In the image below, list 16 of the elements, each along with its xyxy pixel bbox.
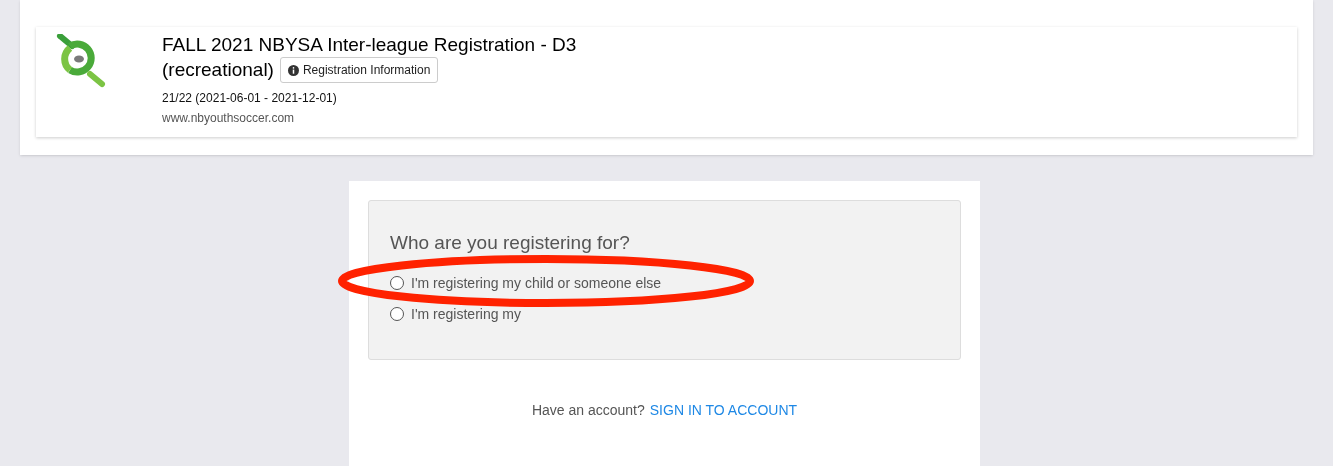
registration-info-button[interactable]: Registration Information [279,57,439,83]
event-title: FALL 2021 NBYSA Inter-league Registration - D3 [162,33,577,57]
sign-in-link[interactable]: SIGN IN TO ACCOUNT [649,400,798,421]
radio-button[interactable] [390,276,404,290]
radio-button[interactable] [390,307,404,321]
website-text: www.nbyouthsoccer.com [162,110,296,127]
question-text: Who are you registering for? [390,231,631,255]
radio-option[interactable]: I'm registering my [390,303,960,325]
radio-label: I'm registering my [411,305,522,324]
event-subtitle: (recreational) [162,58,274,82]
info-icon [287,64,299,76]
season-dates: 21/22 (2021-06-01 - 2021-12-01) [162,90,338,107]
logo-icon [56,34,108,88]
account-prompt: Have an account? [531,401,645,420]
radio-label: I'm registering my child or someone else [411,274,662,293]
radio-option[interactable]: I'm registering my child or someone else [390,272,960,294]
